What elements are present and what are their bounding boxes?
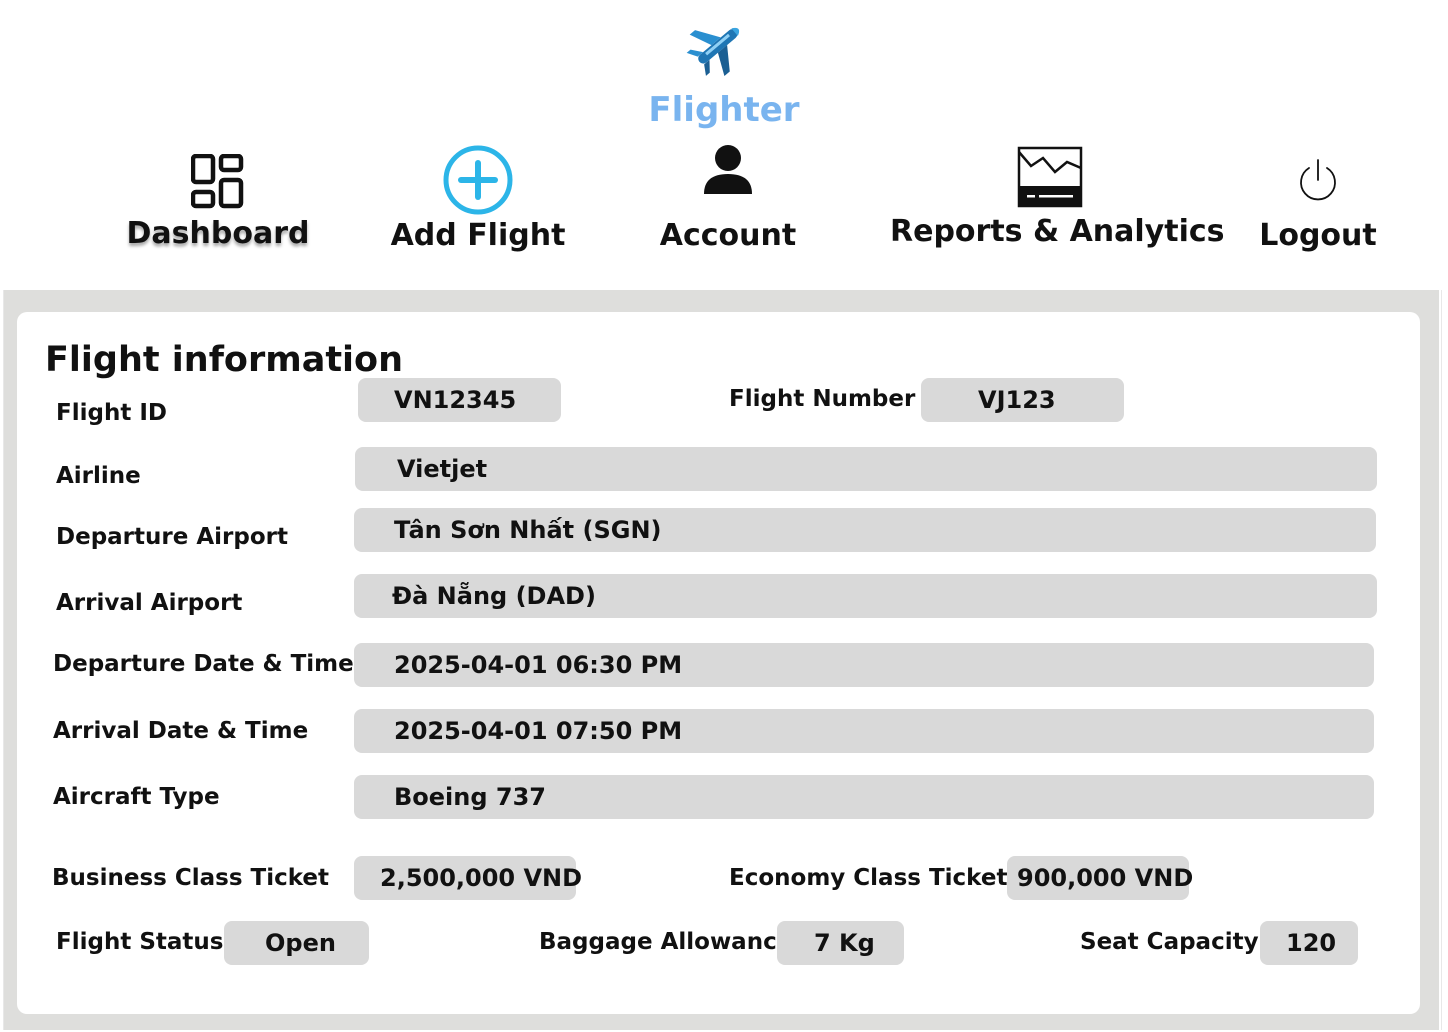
arrival-airport-label: Arrival Airport	[56, 590, 243, 616]
nav-account-label: Account	[659, 218, 797, 253]
nav-account[interactable]: Account	[628, 144, 828, 253]
nav-add-flight-label: Add Flight	[390, 218, 566, 253]
business-ticket-label: Business Class Ticket	[52, 865, 329, 891]
arrival-airport-field[interactable]: Đà Nẵng (DAD)	[354, 574, 1377, 618]
departure-datetime-label: Departure Date & Time	[53, 651, 354, 677]
aircraft-type-label: Aircraft Type	[53, 784, 220, 810]
airplane-icon	[686, 27, 740, 77]
arrival-datetime-label: Arrival Date & Time	[53, 718, 309, 744]
nav-dashboard-label: Dashboard	[126, 216, 310, 251]
brand-title: Flighter	[648, 90, 800, 130]
airline-field[interactable]: Vietjet	[355, 447, 1377, 491]
departure-airport-label: Departure Airport	[56, 524, 288, 550]
nav-reports[interactable]: Reports & Analytics	[890, 146, 1225, 249]
flight-number-field[interactable]: VJ123	[921, 378, 1124, 422]
flight-status-label: Flight Status	[56, 929, 224, 955]
nav-logout-label: Logout	[1259, 218, 1377, 253]
nav-reports-label: Reports & Analytics	[890, 214, 1225, 249]
economy-ticket-field[interactable]: 900,000 VND	[1007, 856, 1193, 900]
analytics-chart-icon	[1017, 146, 1083, 208]
power-icon	[1300, 159, 1336, 201]
nav-dashboard[interactable]: Dashboard	[118, 154, 318, 251]
aircraft-type-field[interactable]: Boeing 737	[354, 775, 1374, 819]
flight-id-label: Flight ID	[56, 400, 167, 426]
add-circle-icon	[443, 145, 513, 215]
nav-logout[interactable]: Logout	[1238, 158, 1398, 253]
departure-datetime-field[interactable]: 2025-04-01 06:30 PM	[354, 643, 1374, 687]
dashboard-icon	[191, 154, 244, 209]
form-title: Flight information	[45, 340, 404, 380]
economy-ticket-label: Economy Class Ticket	[729, 865, 1008, 891]
flight-status-field[interactable]: Open	[224, 921, 369, 965]
flight-id-field[interactable]: VN12345	[358, 378, 561, 422]
seat-capacity-field[interactable]: 120	[1260, 921, 1358, 965]
header: Flighter Dashboard Add Flight Account Re…	[0, 0, 1448, 290]
seat-capacity-label: Seat Capacity	[1080, 929, 1259, 955]
nav-add-flight[interactable]: Add Flight	[378, 144, 578, 253]
airline-label: Airline	[56, 463, 141, 489]
user-icon	[704, 145, 752, 194]
baggage-field[interactable]: 7 Kg	[777, 921, 904, 965]
flight-number-label: Flight Number	[729, 386, 916, 412]
business-ticket-field[interactable]: 2,500,000 VND	[354, 856, 582, 900]
departure-airport-field[interactable]: Tân Sơn Nhất (SGN)	[354, 508, 1376, 552]
arrival-datetime-field[interactable]: 2025-04-01 07:50 PM	[354, 709, 1374, 753]
baggage-label: Baggage Allowance	[539, 929, 793, 955]
